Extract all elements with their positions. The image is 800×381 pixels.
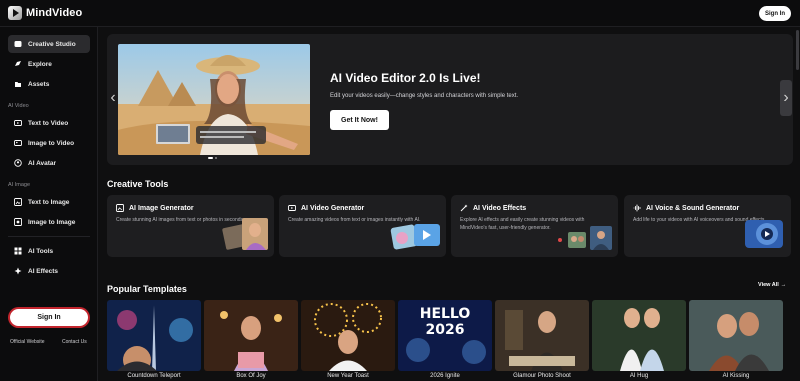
tool-card-ai-video-generator[interactable]: AI Video Generator Create amazing videos…	[279, 195, 446, 257]
sidebar-item-label: Text to Image	[28, 198, 70, 206]
sidebar-item-label: Text to Video	[28, 119, 69, 127]
tool-card-art	[741, 216, 787, 255]
sidebar-item-ai-avatar[interactable]: AI Avatar	[8, 154, 90, 172]
tool-card-title-row: AI Video Generator	[288, 204, 364, 212]
tool-card-ai-voice-sound-generator[interactable]: AI Voice & Sound Generator Add life to y…	[624, 195, 791, 257]
sidebar-item-assets[interactable]: Assets	[8, 75, 90, 93]
sidebar-divider	[8, 236, 90, 237]
template-card-ai-kissing[interactable]	[689, 300, 783, 371]
video-gen-icon	[288, 205, 296, 211]
tool-card-art	[390, 220, 442, 255]
template-label: Box Of Joy	[236, 373, 266, 379]
sidebar-item-explore[interactable]: Explore	[8, 55, 90, 73]
sidebar-item-label: AI Avatar	[28, 159, 57, 167]
page-scrollbar[interactable]	[796, 30, 799, 70]
text-video-icon	[14, 119, 22, 127]
sidebar-item-label: AI Tools	[28, 247, 54, 255]
sidebar-item-ai-tools[interactable]: AI Tools	[8, 242, 90, 260]
popular-templates-heading: Popular Templates	[107, 284, 187, 294]
tool-card-title: AI Image Generator	[129, 204, 194, 212]
sidebar-item-image-to-video[interactable]: Image to Video	[8, 134, 90, 152]
wand-icon	[460, 204, 468, 212]
explore-icon	[14, 60, 22, 68]
assets-icon	[14, 80, 22, 88]
banner-pagination	[208, 157, 217, 159]
studio-icon	[14, 40, 22, 48]
sidebar-item-label: Image to Image	[28, 218, 76, 226]
sidebar-item-ai-effects[interactable]: AI Effects	[8, 262, 90, 280]
tool-card-title-row: AI Voice & Sound Generator	[633, 204, 739, 212]
get-it-now-button[interactable]: Get It Now!	[330, 110, 389, 130]
image-gen-icon	[116, 204, 124, 212]
signin-button-sidebar[interactable]: Sign In	[10, 309, 88, 326]
tool-card-art	[222, 216, 270, 255]
chevron-left-icon: ‹	[110, 89, 116, 106]
image-image-icon	[14, 218, 22, 226]
template-card-2026-ignite[interactable]: HELLO 2026	[398, 300, 492, 371]
sidebar-item-label: Assets	[28, 80, 50, 88]
image-video-icon	[14, 139, 22, 147]
pagination-dot-active[interactable]	[208, 157, 213, 159]
official-website-link[interactable]: Official Website	[10, 339, 45, 345]
sidebar-item-text-to-image[interactable]: Text to Image	[8, 193, 90, 211]
banner-title: AI Video Editor 2.0 Is Live!	[330, 71, 481, 85]
sidebar-item-label: AI Effects	[28, 267, 58, 275]
voice-icon	[633, 204, 641, 212]
template-label: New Year Toast	[327, 373, 369, 379]
sidebar-item-creative-studio[interactable]: Creative Studio	[8, 35, 90, 53]
sidebar-section-ai-image: AI Image	[8, 182, 31, 188]
template-label: Countdown Teleport	[127, 373, 181, 379]
pagination-dot[interactable]	[215, 157, 217, 159]
signin-button-top[interactable]: Sign In	[759, 6, 791, 21]
template-card-ai-hug[interactable]	[592, 300, 686, 371]
chevron-right-icon: ›	[783, 89, 789, 106]
template-card-glamour-photo-shoot[interactable]	[495, 300, 589, 371]
sidebar-item-label: Creative Studio	[28, 40, 76, 48]
brand-name: MindVideo	[26, 7, 83, 19]
effects-icon	[14, 267, 22, 275]
tools-icon	[14, 247, 22, 255]
template-card-countdown-teleport[interactable]	[107, 300, 201, 371]
banner-image	[118, 44, 310, 155]
tool-card-ai-image-generator[interactable]: AI Image Generator Create stunning AI im…	[107, 195, 274, 257]
avatar-icon	[14, 159, 22, 167]
template-label: AI Kissing	[722, 373, 750, 379]
logo-icon	[8, 6, 22, 20]
template-card-box-of-joy[interactable]	[204, 300, 298, 371]
tool-card-title: AI Voice & Sound Generator	[646, 204, 740, 212]
template-card-new-year-toast[interactable]	[301, 300, 395, 371]
sidebar-item-label: Explore	[28, 60, 52, 68]
brand-logo[interactable]: MindVideo	[8, 6, 82, 20]
view-all-link[interactable]: View All →	[758, 282, 786, 288]
banner-next-button[interactable]: ›	[780, 80, 792, 116]
sidebar-item-text-to-video[interactable]: Text to Video	[8, 114, 90, 132]
text-image-icon	[14, 198, 22, 206]
banner-subtitle: Edit your videos easily—change styles an…	[330, 93, 519, 99]
tool-card-title-row: AI Video Effects	[460, 204, 526, 212]
sidebar-section-ai-video: AI Video	[8, 103, 29, 109]
contact-us-link[interactable]: Contact Us	[62, 339, 87, 345]
template-label: Glamour Photo Shoot	[513, 373, 571, 379]
creative-tools-heading: Creative Tools	[107, 179, 169, 189]
tool-card-title: AI Video Effects	[473, 204, 527, 212]
top-bar: MindVideo Sign In	[0, 0, 800, 27]
view-all-label: View All	[758, 282, 779, 288]
tool-card-title-row: AI Image Generator	[116, 204, 194, 212]
template-label: AI Hug	[629, 373, 649, 379]
tool-card-title: AI Video Generator	[301, 204, 365, 212]
sidebar-item-image-to-image[interactable]: Image to Image	[8, 213, 90, 231]
arrow-right-icon: →	[780, 282, 787, 288]
tool-card-ai-video-effects[interactable]: AI Video Effects Explore AI effects and …	[451, 195, 618, 257]
sidebar-item-label: Image to Video	[28, 139, 75, 147]
template-label: 2026 Ignite	[430, 373, 460, 379]
ignite-hello-text: HELLO 2026	[419, 306, 471, 338]
tool-card-art	[554, 226, 614, 255]
